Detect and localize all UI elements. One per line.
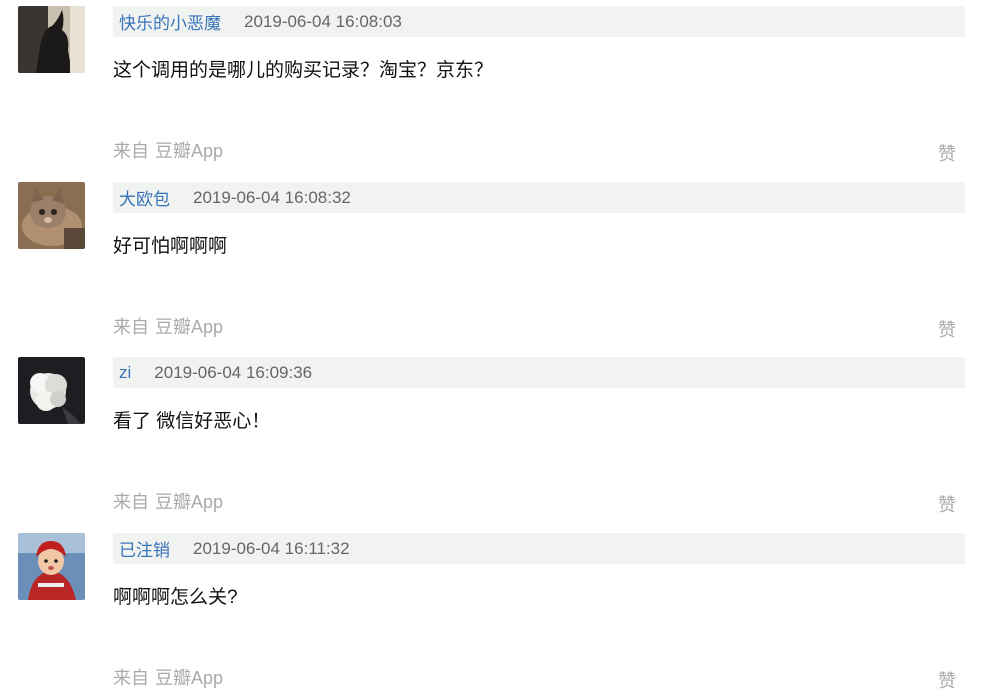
like-button[interactable]: 赞 [938, 491, 956, 517]
like-button[interactable]: 赞 [938, 140, 956, 166]
comment-source: 来自 豆瓣App [113, 488, 223, 514]
source-prefix: 来自 [113, 317, 149, 337]
comment-item: 大欧包 2019-06-04 16:08:32 好可怕啊啊啊 来自 豆瓣App 赞 [0, 176, 1000, 351]
comment-list: 快乐的小恶魔 2019-06-04 16:08:03 这个调用的是哪儿的购买记录… [0, 0, 1000, 696]
comment-text: 好可怕啊啊啊 [113, 236, 228, 257]
author-link[interactable]: 快乐的小恶魔 [119, 9, 221, 34]
like-button[interactable]: 赞 [938, 316, 956, 342]
comment-timestamp: 2019-06-04 16:09:36 [154, 362, 313, 382]
comment-text: 啊啊啊怎么关? [113, 587, 238, 608]
comment-text: 这个调用的是哪儿的购买记录？淘宝？京东？ [113, 60, 494, 81]
comment-timestamp: 2019-06-04 16:08:03 [244, 11, 402, 31]
comment-timestamp: 2019-06-04 16:11:32 [193, 538, 350, 558]
source-prefix: 来自 [113, 141, 149, 161]
comment-source: 来自 豆瓣App [113, 664, 223, 690]
comment-source: 来自 豆瓣App [113, 137, 223, 163]
source-app: 豆瓣App [155, 141, 224, 161]
source-app: 豆瓣App [155, 317, 224, 337]
kitten-avatar[interactable] [18, 182, 85, 249]
like-button[interactable]: 赞 [938, 667, 956, 693]
shadow-silhouette-avatar[interactable] [18, 6, 85, 73]
comment-meta-bar: 大欧包 2019-06-04 16:08:32 [113, 182, 965, 213]
author-link[interactable]: 大欧包 [119, 185, 170, 210]
comment-item: 快乐的小恶魔 2019-06-04 16:08:03 这个调用的是哪儿的购买记录… [0, 0, 1000, 175]
comment-item: zi 2019-06-04 16:09:36 看了 微信好恶心！ 来自 豆瓣App… [0, 351, 1000, 526]
comment-text: 看了 微信好恶心！ [113, 411, 271, 432]
white-flower-avatar[interactable] [18, 357, 85, 424]
child-portrait-avatar[interactable] [18, 533, 85, 600]
source-prefix: 来自 [113, 492, 149, 512]
source-app: 豆瓣App [155, 492, 224, 512]
comment-timestamp: 2019-06-04 16:08:32 [193, 187, 351, 207]
comment-meta-bar: zi 2019-06-04 16:09:36 [113, 357, 965, 388]
source-app: 豆瓣App [155, 668, 224, 688]
comment-source: 来自 豆瓣App [113, 313, 223, 339]
source-prefix: 来自 [113, 668, 149, 688]
author-link[interactable]: 已注销 [119, 536, 170, 561]
author-link[interactable]: zi [119, 363, 131, 383]
comment-meta-bar: 快乐的小恶魔 2019-06-04 16:08:03 [113, 6, 965, 37]
comment-item: 已注销 2019-06-04 16:11:32 啊啊啊怎么关? 来自 豆瓣App … [0, 527, 1000, 696]
comment-meta-bar: 已注销 2019-06-04 16:11:32 [113, 533, 965, 564]
